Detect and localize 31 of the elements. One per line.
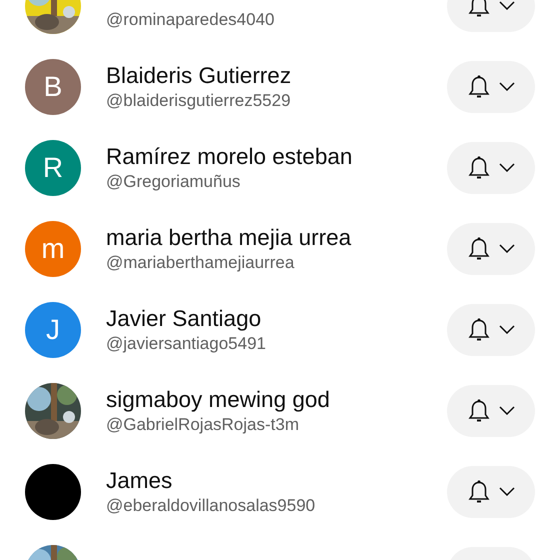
channel-name: Javier Santiago xyxy=(106,304,262,332)
caret-icon xyxy=(498,82,514,91)
channel-handle: @GabrielRojasRojas-t3m xyxy=(106,414,300,436)
caret-icon xyxy=(498,163,514,172)
channel-name: maria bertha mejia urrea xyxy=(106,224,352,252)
channel-handle: @rominaparedes4040 xyxy=(106,8,276,30)
channel-handle: @eberaldovillanosalas9590 xyxy=(106,494,316,516)
channel-name: sigmaboy mewing god xyxy=(106,386,331,414)
bell-icon xyxy=(468,74,490,98)
avatar: B xyxy=(25,58,81,114)
bell-icon xyxy=(468,318,490,342)
channel-handle: @javiersantiago5491 xyxy=(106,332,267,354)
bell-icon xyxy=(468,480,490,504)
caret-icon xyxy=(498,1,514,10)
caret-icon xyxy=(498,406,514,415)
caret-icon xyxy=(498,487,514,496)
channel-handle: @blaiderisgutierrez5529 xyxy=(106,90,292,112)
channel-name: Ramírez morelo esteban xyxy=(106,142,354,170)
channel-name: Blaideris Gutierrez xyxy=(106,62,292,90)
avatar: R xyxy=(25,140,81,196)
bell-icon xyxy=(468,0,490,18)
caret-icon xyxy=(498,244,514,253)
channel-name: James xyxy=(106,466,174,494)
caret-icon xyxy=(498,325,514,334)
bell-icon xyxy=(468,156,490,180)
channel-handle: @mariaberthamejiaurrea xyxy=(106,252,296,274)
bell-icon xyxy=(468,236,490,260)
avatar: m xyxy=(25,220,81,276)
channel-handle: @Gregoriamuñus xyxy=(106,170,242,192)
avatar: J xyxy=(25,302,81,358)
bell-icon xyxy=(468,398,490,422)
